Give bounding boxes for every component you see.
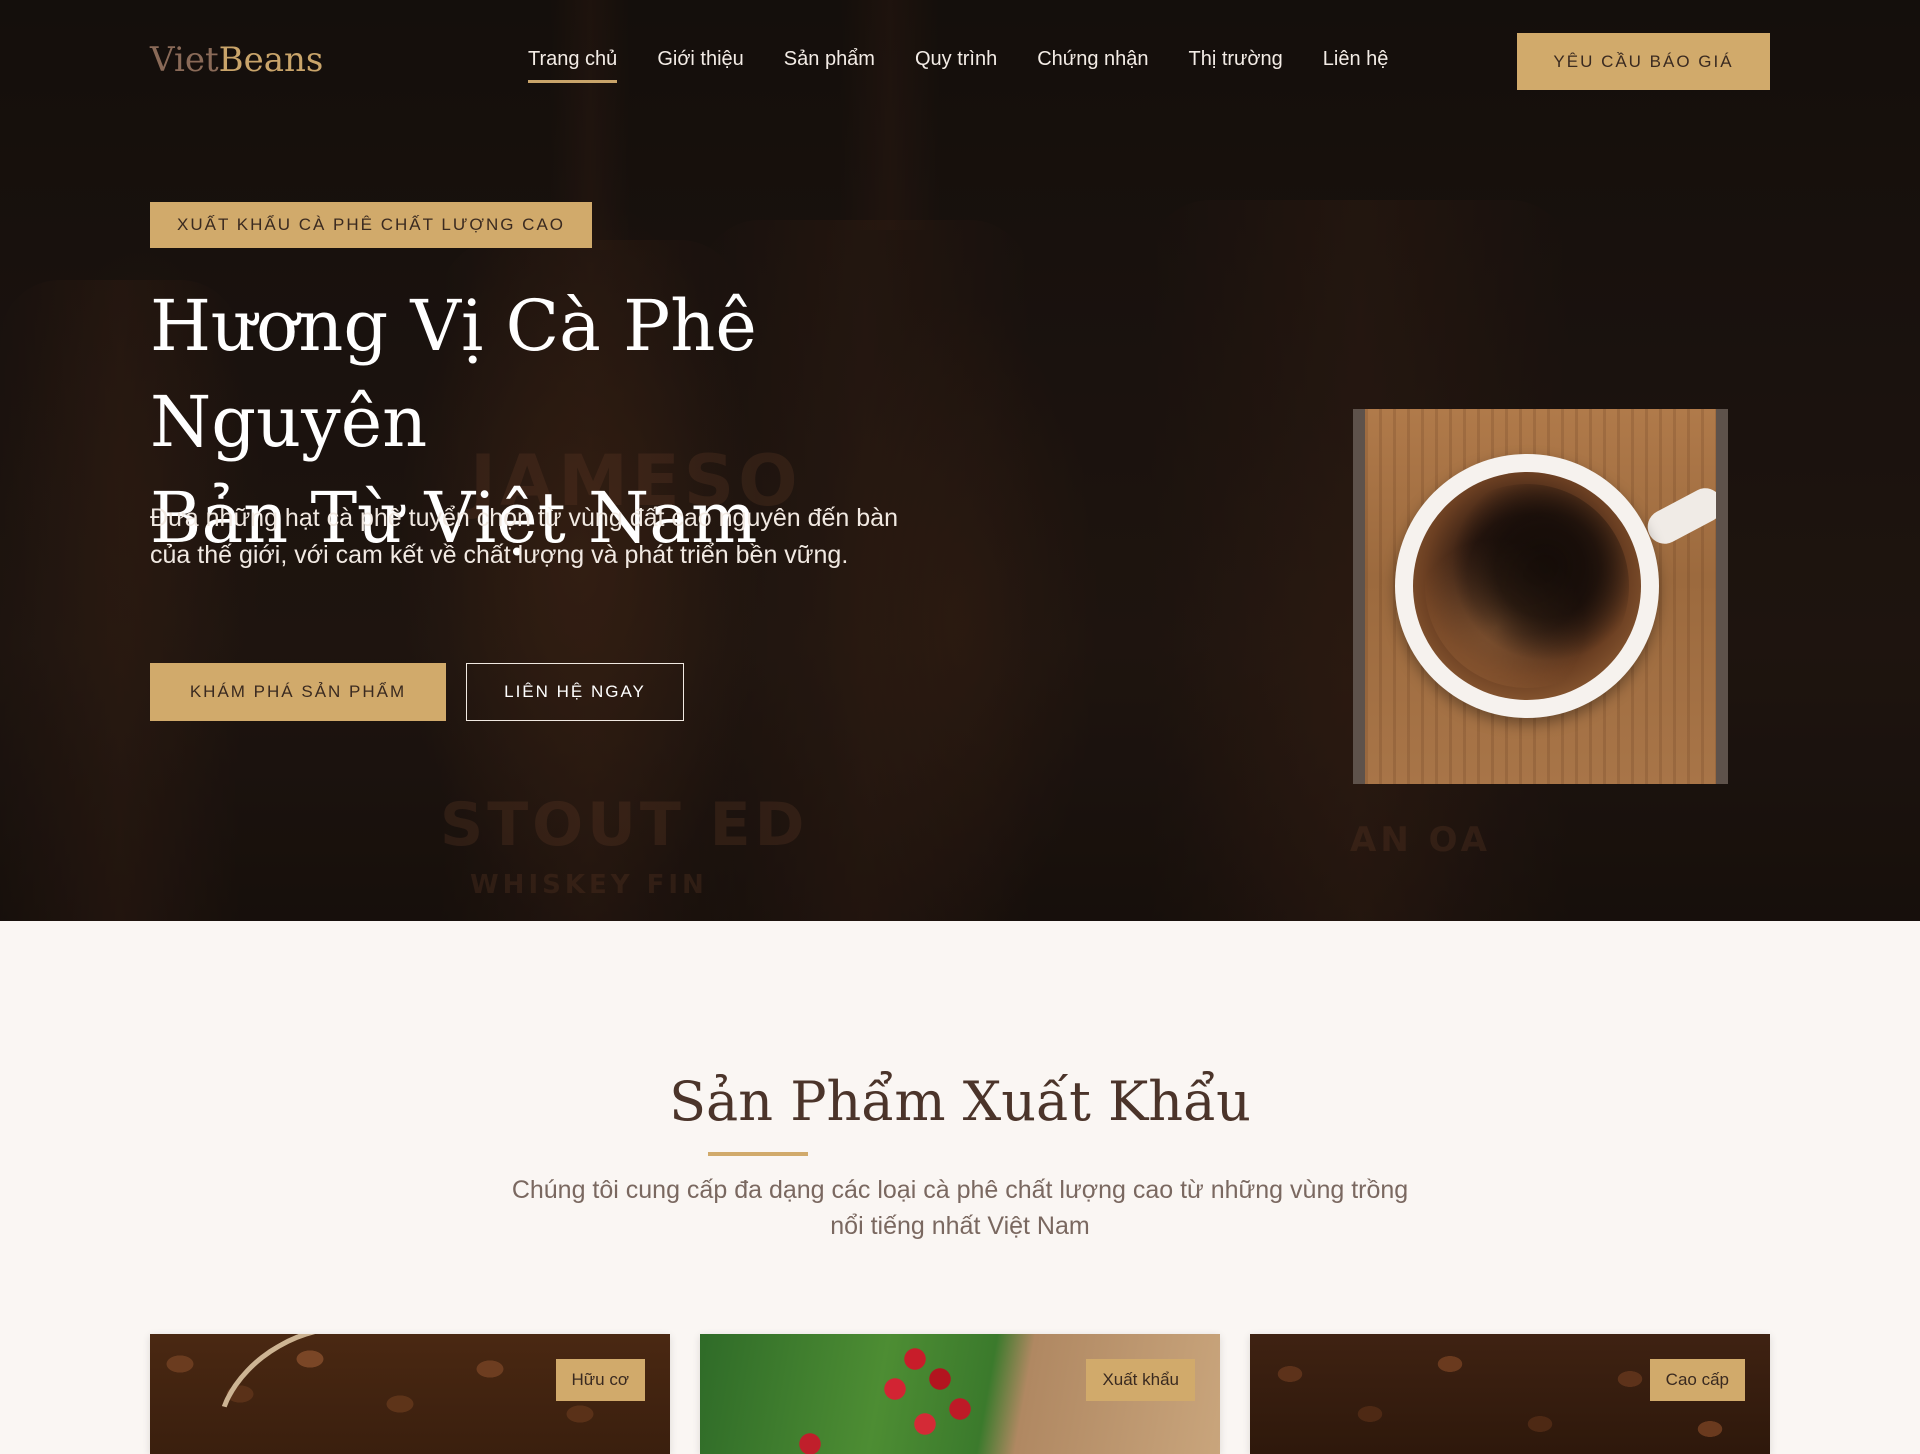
brand-logo-part2: Beans [218,40,324,80]
product-card-export[interactable]: Xuất khẩu [700,1334,1220,1454]
burlap-rope [186,1334,444,1454]
products-section-title: Sản Phẩm Xuất Khẩu [669,1070,1251,1133]
main-nav: Trang chủ Giới thiệu Sản phẩm Quy trình … [528,48,1428,83]
brand-logo-part1: Viet [150,40,219,80]
nav-item-products[interactable]: Sản phẩm [784,48,875,83]
explore-products-button[interactable]: KHÁM PHÁ SẢN PHẨM [150,663,446,721]
coffee-crema [1425,484,1629,688]
hero-section: JAMESO STOUT ED WHISKEY FIN AN OA VietBe… [0,0,1920,921]
hero-eyebrow-badge: XUẤT KHẨU CÀ PHÊ CHẤT LƯỢNG CAO [150,202,592,248]
coffee-cup-photo [1365,409,1716,784]
hero-title-line1: Hương Vị Cà Phê Nguyên [150,285,757,463]
product-card-organic[interactable]: Hữu cơ [150,1334,670,1454]
contact-now-button[interactable]: LIÊN HỆ NGAY [466,663,684,721]
nav-item-process[interactable]: Quy trình [915,48,997,83]
nav-item-about[interactable]: Giới thiệu [657,48,743,83]
section-title-underline [708,1152,808,1156]
product-card-premium[interactable]: Cao cấp [1250,1334,1770,1454]
nav-item-contact[interactable]: Liên hệ [1323,48,1389,83]
hero-subtitle: Đưa những hạt cà phê tuyển chọn từ vùng … [150,504,898,569]
product-badge: Xuất khẩu [1086,1359,1195,1401]
nav-item-markets[interactable]: Thị trường [1188,48,1282,83]
nav-item-home[interactable]: Trang chủ [528,48,618,83]
nav-item-certifications[interactable]: Chứng nhận [1037,48,1148,83]
cup-handle [1641,482,1716,550]
products-section-subtitle: Chúng tôi cung cấp đa dạng các loại cà p… [511,1176,1409,1240]
product-badge: Cao cấp [1649,1359,1745,1401]
request-quote-button[interactable]: YÊU CẦU BÁO GIÁ [1517,33,1770,90]
product-badge: Hữu cơ [555,1359,645,1401]
brand-logo[interactable]: VietBeans [150,40,323,80]
